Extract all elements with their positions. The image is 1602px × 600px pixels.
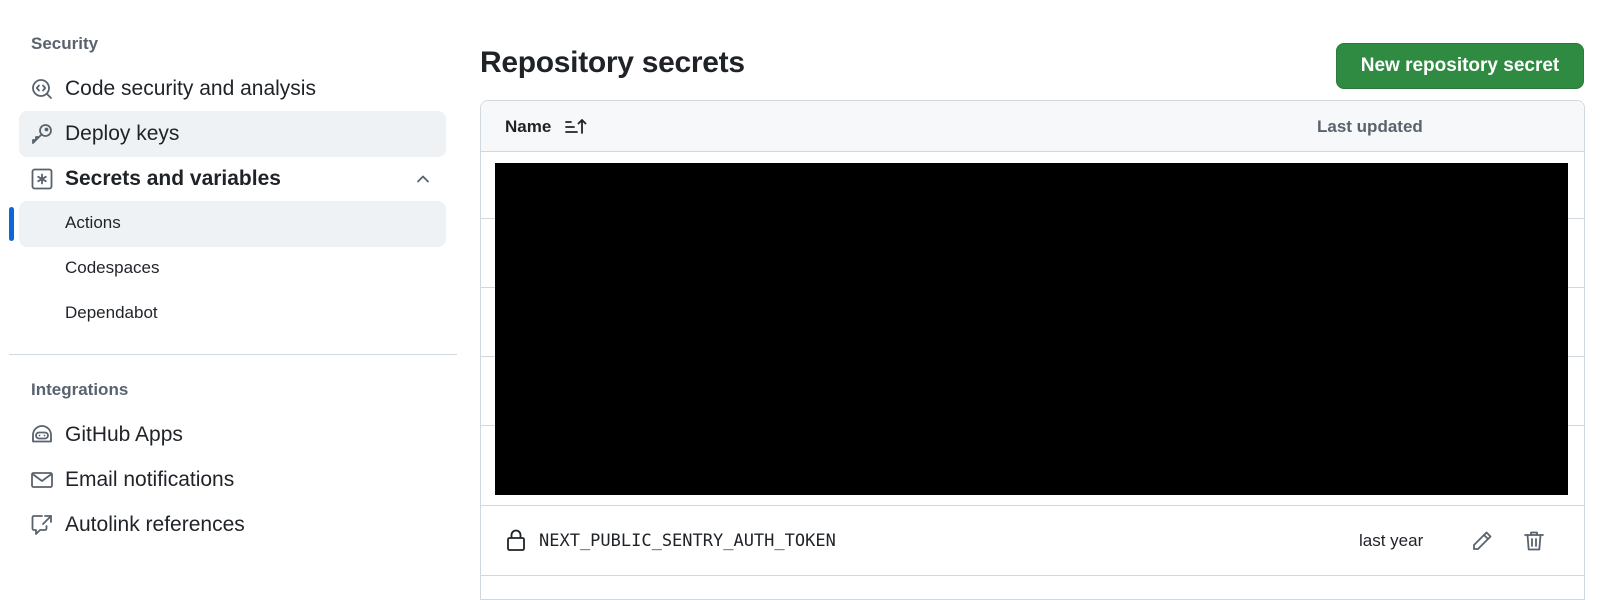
sidebar-subitem-actions[interactable]: Actions	[19, 201, 446, 247]
page-title: Repository secrets	[480, 46, 745, 79]
redacted-rows	[495, 163, 1568, 495]
sidebar-item-autolink-references[interactable]: Autolink references	[19, 502, 446, 548]
new-repository-secret-button[interactable]: New repository secret	[1336, 43, 1584, 89]
sidebar-subitem-label: Dependabot	[65, 303, 158, 322]
hubot-icon	[30, 423, 54, 447]
sidebar-item-github-apps[interactable]: GitHub Apps	[19, 412, 446, 458]
sidebar-item-label: Secrets and variables	[65, 167, 281, 190]
table-row: NEXT_PUBLIC_SENTRY_AUTH_TOKEN last year	[481, 506, 1584, 576]
lock-icon	[505, 528, 527, 552]
integrations-heading: Integrations	[31, 380, 129, 399]
sidebar-subitem-dependabot[interactable]: Dependabot	[19, 291, 446, 337]
sidebar-item-code-security[interactable]: Code security and analysis	[19, 66, 446, 112]
secrets-table: Name Last updated NEXT_PUBLIC_SENTRY_AUT…	[480, 100, 1585, 600]
pencil-icon[interactable]	[1469, 528, 1495, 554]
sidebar-subitem-label: Codespaces	[65, 258, 160, 277]
active-indicator	[9, 207, 14, 241]
sidebar-item-email-notifications[interactable]: Email notifications	[19, 457, 446, 503]
mail-icon	[30, 468, 54, 492]
sort-ascending-icon[interactable]	[564, 116, 588, 138]
sidebar-item-secrets-and-variables[interactable]: Secrets and variables	[19, 156, 446, 202]
key-icon	[30, 122, 54, 146]
sidebar-divider	[9, 354, 457, 355]
key-asterisk-icon	[30, 167, 54, 191]
sidebar-item-label: Deploy keys	[65, 122, 180, 145]
settings-sidebar: Security Code security and analysis Depl…	[0, 0, 460, 588]
sidebar-item-label: Code security and analysis	[65, 77, 316, 100]
security-heading: Security	[31, 34, 99, 53]
column-header-last-updated: Last updated	[1317, 117, 1423, 136]
sidebar-subitem-codespaces[interactable]: Codespaces	[19, 246, 446, 292]
chevron-up-icon[interactable]	[414, 170, 432, 188]
sidebar-item-label: Email notifications	[65, 468, 235, 491]
sidebar-subitem-label: Actions	[65, 213, 121, 232]
table-header: Name Last updated	[481, 101, 1584, 152]
secret-name: NEXT_PUBLIC_SENTRY_AUTH_TOKEN	[539, 531, 836, 551]
cross-reference-icon	[30, 513, 54, 537]
codescan-icon	[30, 77, 54, 101]
sidebar-item-label: Autolink references	[65, 513, 245, 536]
sidebar-item-deploy-keys[interactable]: Deploy keys	[19, 111, 446, 157]
trash-icon[interactable]	[1521, 528, 1547, 554]
sidebar-item-label: GitHub Apps	[65, 423, 183, 446]
secret-last-updated: last year	[1359, 531, 1424, 550]
column-header-name: Name	[505, 117, 552, 136]
